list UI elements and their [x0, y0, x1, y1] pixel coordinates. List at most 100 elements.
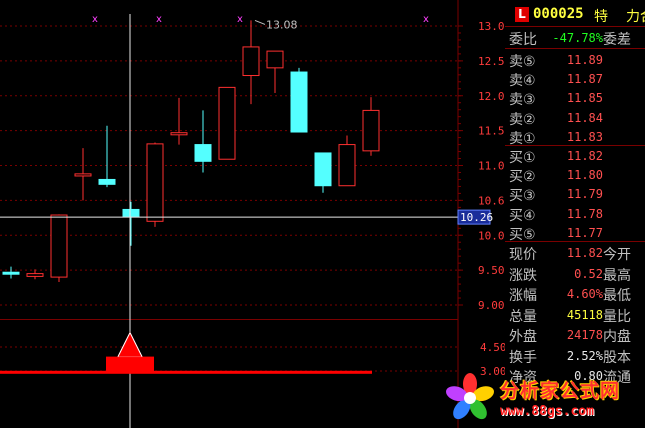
stock-flag: 特	[594, 9, 608, 25]
candle-body	[218, 86, 236, 160]
y-tick-label: 12.50	[478, 55, 505, 68]
candle-body	[122, 208, 140, 217]
stat-row-label: 涨跌	[509, 267, 537, 284]
buy-level-label: 买③	[509, 188, 536, 205]
y-tick-label: 11.00	[478, 160, 505, 173]
signal-marker: x	[423, 14, 429, 25]
divider	[505, 48, 645, 49]
candle-body	[194, 144, 212, 162]
sell-level-value: 11.84	[566, 110, 603, 125]
crosshair-value: 10.26	[460, 211, 493, 224]
sell-level: 卖③ 11.85	[505, 88, 645, 108]
stat-row-value: 11.82	[566, 246, 603, 260]
site-watermark: 分析家公式网 www.88gs.com	[440, 368, 645, 428]
buy-level-value: 11.77	[566, 225, 603, 240]
stat-row: 现价 11.82 今开	[505, 243, 645, 263]
buy-level-value: 11.78	[566, 206, 603, 221]
stat-row: 涨跌 0.52 最高	[505, 264, 645, 284]
sell-level: 卖⑤ 11.89	[505, 50, 645, 70]
y-tick-label: 9.00	[478, 299, 505, 312]
candle-body	[242, 46, 260, 77]
y-tick-label: 12.00	[478, 90, 505, 103]
high-pointer	[254, 19, 266, 25]
indicator-spike	[117, 331, 143, 358]
y-tick-label: 11.50	[478, 125, 505, 138]
stat-row-label: 现价	[509, 247, 537, 263]
stat-row-label2: 量比	[603, 308, 631, 325]
indicator-baseline	[0, 370, 372, 374]
sell-level-value: 11.89	[566, 53, 603, 67]
weibi-label: 委比	[509, 32, 537, 48]
stat-row-label: 涨幅	[509, 288, 537, 304]
stat-row-label2: 内盘	[603, 329, 631, 345]
candle-body	[314, 152, 332, 187]
candle-body	[266, 50, 284, 69]
buy-level: 买② 11.80	[505, 165, 645, 185]
level-badge: L	[515, 7, 529, 22]
stat-row-value: 2.52%	[566, 348, 603, 363]
sell-level-label: 卖②	[509, 111, 536, 128]
sell-level: 卖① 11.83	[505, 127, 645, 147]
kline-chart[interactable]: 13.00 12.50 12.00 11.50 11.00 10.60 10.00 9.50 9…	[0, 0, 505, 428]
buy-level: 买① 11.82	[505, 146, 645, 166]
weibi-value: -47.78%	[552, 31, 603, 45]
candle-body	[146, 143, 164, 222]
candle-body	[26, 273, 44, 277]
candle-body	[98, 178, 116, 185]
stat-row-label: 外盘	[509, 329, 537, 345]
candle-body	[338, 144, 356, 187]
weicha-label: 委差	[603, 32, 631, 48]
indicator-bar	[106, 356, 154, 372]
quote-panel: L 000025 特 力合 委比 -47.78% 委差 卖⑤ 11.89 卖④ 11.…	[505, 0, 645, 428]
high-annotation: 13.08	[266, 18, 298, 31]
stat-row: 外盘 24178 内盘	[505, 325, 645, 345]
stock-header[interactable]: L 000025 特 力合	[505, 4, 645, 26]
stat-row: 换手 2.52% 股本	[505, 346, 645, 366]
signal-marker: x	[237, 14, 243, 25]
signal-marker: x	[92, 14, 98, 25]
candle-body	[50, 214, 68, 278]
buy-level-value: 11.80	[566, 168, 603, 183]
sell-level-value: 11.83	[566, 129, 603, 144]
weibi-row: 委比 -47.78% 委差	[505, 28, 645, 48]
signal-marker: x	[156, 14, 162, 25]
stat-row-label2: 今开	[603, 247, 631, 263]
stock-name: 力合	[626, 9, 645, 25]
y-tick-label: 13.00	[478, 20, 505, 33]
sell-level: 卖④ 11.87	[505, 69, 645, 89]
stock-code: 000025	[533, 6, 584, 22]
stat-row-value: 0.52	[574, 266, 603, 281]
stat-row-label2: 股本	[603, 349, 631, 366]
stat-row-label: 换手	[509, 349, 537, 366]
y-tick-label: 10.00	[478, 229, 505, 242]
candle-body	[362, 109, 380, 152]
y-tick-label: 9.50	[478, 264, 505, 277]
buy-level-label: 买①	[509, 150, 536, 166]
sell-level-value: 11.87	[566, 72, 603, 87]
buy-level-label: 买②	[509, 169, 536, 186]
ind-tick-label: 4.50	[480, 341, 505, 354]
stat-row-value: 45118	[566, 307, 603, 322]
stat-row: 涨幅 4.60% 最低	[505, 284, 645, 304]
sell-level-value: 11.85	[566, 91, 603, 106]
stat-row-label: 总量	[509, 308, 537, 325]
candle-body	[290, 71, 308, 133]
buy-level: 买⑤ 11.77	[505, 223, 645, 243]
y-tick-label: 10.60	[478, 194, 505, 207]
sell-level-label: 卖③	[509, 92, 536, 109]
sell-level: 卖② 11.84	[505, 108, 645, 128]
candle-body	[74, 173, 92, 177]
flower-logo-icon	[446, 373, 494, 420]
sell-level-label: 卖⑤	[509, 54, 536, 70]
stat-row-label2: 最低	[603, 288, 631, 304]
stat-row-value: 24178	[566, 328, 603, 342]
stat-row-label2: 最高	[603, 267, 631, 284]
watermark-title: 分析家公式网	[500, 380, 621, 402]
watermark-url: www.88gs.com	[500, 404, 594, 419]
stat-row: 总量 45118 量比	[505, 305, 645, 325]
sell-level-label: 卖④	[509, 73, 536, 90]
buy-level-value: 11.82	[566, 149, 603, 163]
buy-level-value: 11.79	[566, 187, 603, 202]
buy-level: 买③ 11.79	[505, 184, 645, 204]
stat-row-value: 4.60%	[566, 287, 603, 301]
